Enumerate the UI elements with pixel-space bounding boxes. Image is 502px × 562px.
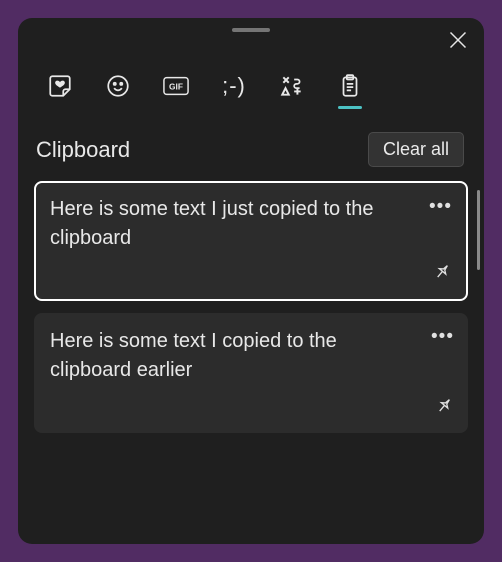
tab-bar: GIF ;-): [34, 58, 468, 114]
more-icon: •••: [429, 196, 452, 217]
item-more-button[interactable]: •••: [431, 327, 454, 346]
scrollbar-thumb[interactable]: [477, 190, 480, 270]
svg-text:GIF: GIF: [169, 82, 183, 92]
clipboard-item[interactable]: Here is some text I just copied to the c…: [34, 181, 468, 301]
tab-symbols[interactable]: [276, 65, 308, 107]
close-button[interactable]: [448, 30, 468, 50]
gif-icon: GIF: [163, 73, 189, 99]
item-pin-button[interactable]: [434, 396, 454, 421]
page-title: Clipboard: [36, 137, 130, 163]
more-icon: •••: [431, 326, 454, 347]
pin-icon: [430, 392, 458, 420]
clipboard-item-text: Here is some text I copied to the clipbo…: [50, 327, 452, 385]
section-header: Clipboard Clear all: [34, 132, 468, 167]
clipboard-icon: [337, 73, 363, 99]
smiley-icon: [105, 73, 131, 99]
sticker-heart-icon: [47, 73, 73, 99]
drag-handle[interactable]: [232, 28, 270, 32]
emoji-clipboard-panel: GIF ;-) Clipboard Clear all: [18, 18, 484, 544]
clipboard-item-text: Here is some text I just copied to the c…: [50, 195, 452, 253]
pin-icon: [428, 258, 456, 286]
clipboard-list: Here is some text I just copied to the c…: [34, 181, 468, 544]
symbols-icon: [279, 73, 305, 99]
item-pin-button[interactable]: [432, 262, 452, 287]
tab-clipboard[interactable]: [334, 65, 366, 107]
clear-all-button[interactable]: Clear all: [368, 132, 464, 167]
clipboard-item[interactable]: Here is some text I copied to the clipbo…: [34, 313, 468, 433]
tab-kaomoji[interactable]: ;-): [218, 65, 250, 107]
close-icon: [448, 30, 468, 50]
item-more-button[interactable]: •••: [429, 197, 452, 216]
tab-gif[interactable]: GIF: [160, 65, 192, 107]
kaomoji-icon: ;-): [222, 73, 246, 99]
tab-emoji[interactable]: [102, 65, 134, 107]
tab-stickers[interactable]: [44, 65, 76, 107]
